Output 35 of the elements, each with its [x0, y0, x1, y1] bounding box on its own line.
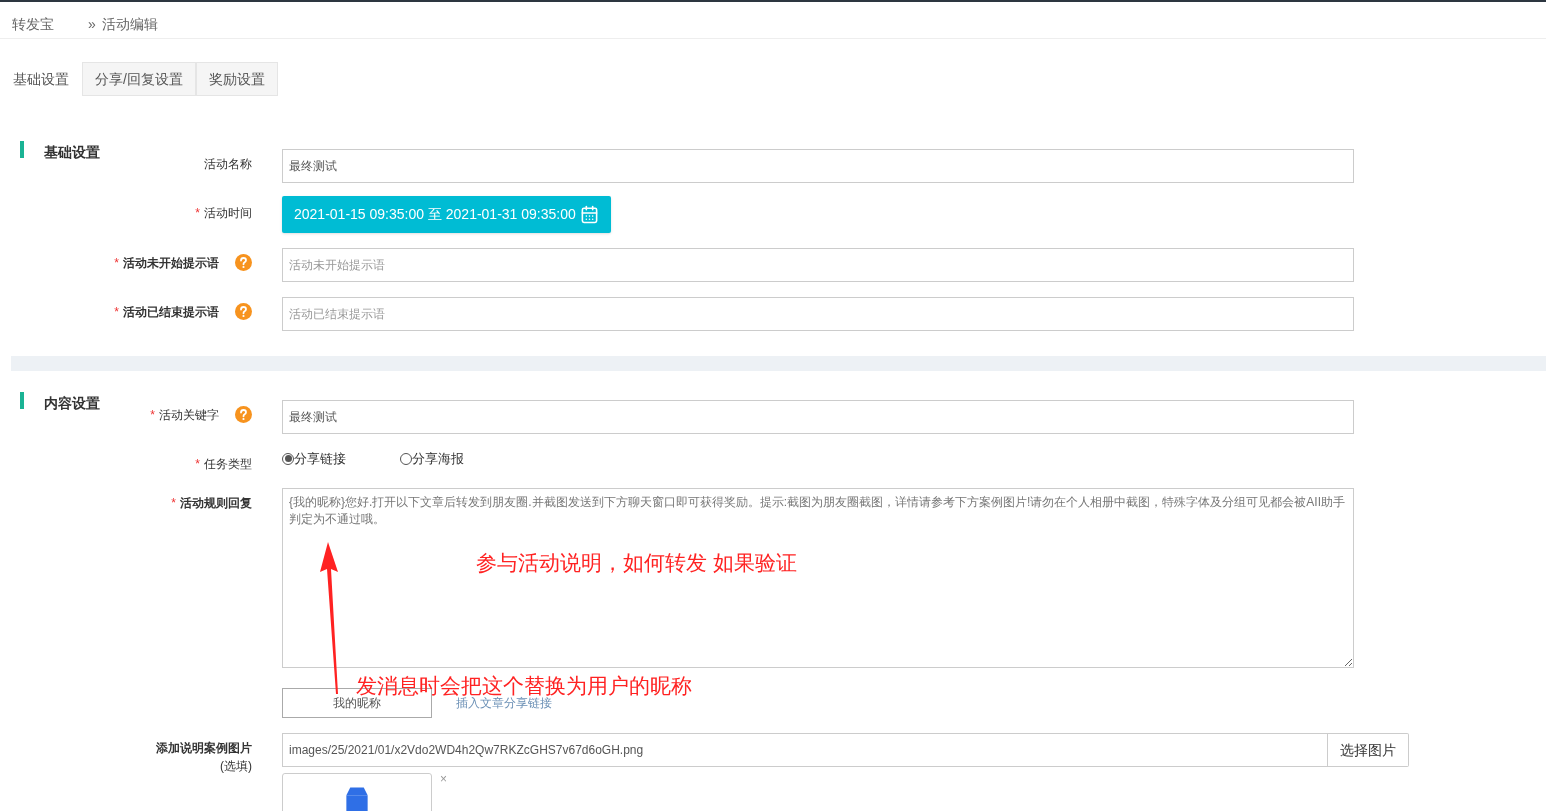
help-icon [235, 254, 252, 271]
field-label: 活动规则回复 [180, 495, 252, 512]
section-title: 基础设置 [44, 143, 100, 162]
breadcrumb-home[interactable]: 转发宝 [12, 13, 54, 35]
field-label: 活动关键字 [159, 407, 219, 424]
field-label: 活动名称 [204, 156, 252, 173]
breadcrumb-separator: » [88, 14, 96, 34]
radio-option[interactable]: 分享链接 [282, 449, 346, 469]
text-field[interactable]: 活动未开始提示语 [282, 248, 1354, 282]
field-label: 任务类型 [204, 456, 252, 473]
required-mark: * [150, 407, 155, 424]
required-mark: * [195, 205, 200, 222]
section-title: 内容设置 [44, 394, 100, 413]
required-mark: * [114, 304, 119, 321]
field-label: 添加说明案例图片 [156, 740, 252, 757]
help-icon [235, 303, 252, 320]
choose-image-button[interactable]: 选择图片 [1328, 733, 1409, 767]
radio-option[interactable]: 分享海报 [400, 449, 464, 469]
tab[interactable]: 分享/回复设置 [82, 62, 196, 96]
breadcrumb-current: 活动编辑 [101, 14, 158, 34]
help-icon [235, 406, 252, 423]
calendar-icon [579, 205, 599, 224]
field-label: 活动时间 [204, 205, 252, 222]
field-sublabel: (选填) [220, 758, 252, 775]
file-path-field[interactable]: images/25/2021/01/x2Vdo2WD4h2Qw7RKZcGHS7v67d6oGH.png [282, 733, 1328, 767]
required-mark: * [114, 255, 119, 272]
tab[interactable]: 奖励设置 [195, 62, 278, 96]
required-mark: * [195, 456, 200, 473]
required-mark: * [171, 495, 176, 512]
text-field[interactable]: 最终测试 [282, 149, 1354, 183]
field-label: 活动未开始提示语 [123, 255, 219, 272]
text-field[interactable]: 最终测试 [282, 400, 1354, 434]
field-label: 活动已结束提示语 [123, 304, 219, 321]
annotation-text: 参与活动说明，如何转发 如果验证 [476, 550, 797, 576]
text-field[interactable]: 活动已结束提示语 [282, 297, 1354, 331]
